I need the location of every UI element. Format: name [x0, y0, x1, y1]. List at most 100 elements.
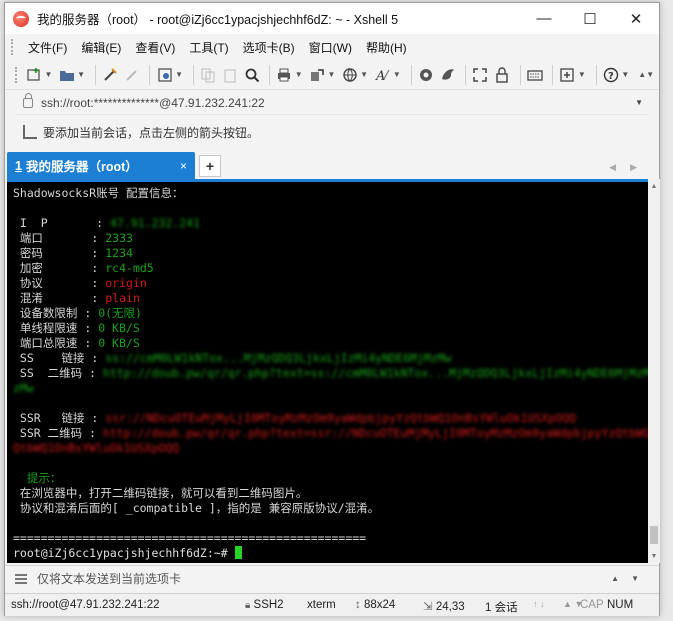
term-row-cipher: 加密 : rc4-md5 — [13, 261, 648, 276]
compose-input[interactable]: 仅将文本发送到当前选项卡 — [37, 570, 611, 587]
address-text[interactable]: ssh://root:**************@47.91.232.241:… — [41, 96, 635, 110]
new-session-dropdown-icon[interactable]: ▼ — [44, 70, 52, 79]
open-folder-icon[interactable] — [57, 64, 76, 86]
keyboard-icon[interactable] — [525, 64, 544, 86]
term-value: ss://cmM0LW1kNTox...MjMzQDQ3LjkxLjIzMi4y… — [105, 351, 452, 365]
toolbar-separator — [95, 64, 96, 85]
term-value: http://doub.pw/qr/qr.php?text=ss://cmM0L… — [102, 366, 648, 380]
maximize-button[interactable]: ☐ — [567, 3, 613, 34]
add-session-arrow-icon[interactable] — [23, 125, 37, 139]
term-value: plain — [105, 291, 140, 305]
fullscreen-icon[interactable] — [471, 64, 490, 86]
menu-tabs[interactable]: 选项卡(B) — [236, 36, 302, 59]
menu-edit[interactable]: 编辑(E) — [74, 36, 128, 59]
terminal-scrollbar[interactable]: ▲ ▼ — [648, 179, 660, 563]
toolbar-separator — [519, 64, 521, 85]
globe-dropdown-icon[interactable]: ▼ — [360, 70, 368, 79]
menu-file[interactable]: 文件(F) — [21, 36, 74, 59]
term-separator: ========================================… — [13, 531, 367, 545]
term-header: ShadowsocksR账号 配置信息： — [13, 186, 184, 200]
term-value: rc4-md5 — [105, 261, 154, 275]
help-dropdown-icon[interactable]: ▼ — [621, 70, 629, 79]
tab-number: 1 — [15, 158, 22, 173]
term-label: 密码 : — [13, 246, 106, 260]
new-session-icon[interactable] — [25, 64, 44, 86]
toolbar-separator — [465, 64, 467, 85]
scroll-up-icon[interactable]: ▲ — [648, 179, 660, 193]
find-icon[interactable] — [242, 64, 261, 86]
font-icon[interactable]: A — [373, 64, 392, 86]
resize-icon: ↕ — [355, 599, 361, 611]
add-tab-icon[interactable] — [558, 64, 577, 86]
lock-icon — [23, 92, 33, 108]
xftp-icon[interactable] — [417, 64, 436, 86]
term-tip-line: 在浏览器中，打开二维码链接，就可以看到二维码图片。 — [13, 486, 308, 500]
print-icon[interactable] — [275, 64, 294, 86]
term-row-port-limit: 端口总限速 : 0 KB/S — [13, 336, 648, 351]
session-hint-bar: 要添加当前会话，点击左侧的箭头按钮。 — [15, 119, 649, 145]
session-nav-arrows[interactable]: ↑ ↓ — [533, 599, 545, 609]
term-blank — [13, 396, 648, 411]
term-label: I P : — [13, 216, 110, 230]
paste-icon[interactable] — [221, 64, 240, 86]
status-protocol: 🔒︎ SSH2 — [245, 599, 284, 611]
compose-menu-icon[interactable] — [15, 573, 27, 584]
lock-icon[interactable] — [493, 64, 512, 86]
xmanager-icon[interactable] — [438, 64, 457, 86]
toolbar-grip[interactable] — [15, 66, 19, 83]
tab-bar: 1 我的服务器（root） × + ◀▶ — [5, 152, 659, 179]
address-dropdown-icon[interactable]: ▼ — [635, 98, 643, 107]
status-bar: ssh://root@47.91.232.241:22 🔒︎ SSH2 xter… — [5, 593, 659, 616]
term-label: SS 二维码 : — [13, 366, 103, 380]
close-button[interactable]: ✕ — [613, 3, 659, 34]
menu-bar: 文件(F) 编辑(E) 查看(V) 工具(T) 选项卡(B) 窗口(W) 帮助(… — [5, 34, 659, 60]
open-folder-dropdown-icon[interactable]: ▼ — [77, 70, 85, 79]
transfer-icon[interactable] — [308, 64, 327, 86]
address-bar[interactable]: ssh://root:**************@47.91.232.241:… — [15, 91, 649, 115]
scroll-thumb[interactable] — [650, 526, 658, 544]
toolbar-overflow-icon[interactable]: ▲▼ — [638, 70, 654, 79]
term-value: origin — [105, 276, 147, 290]
term-prompt[interactable]: root@iZj6cc1ypacjshjechhf6dZ:~# — [13, 546, 648, 561]
term-label: 协议 : — [13, 276, 106, 290]
term-value: 1234 — [105, 246, 133, 260]
reconnect-icon[interactable] — [101, 64, 120, 86]
disconnect-icon[interactable] — [123, 64, 142, 86]
menu-view[interactable]: 查看(V) — [128, 36, 182, 59]
properties-icon[interactable] — [155, 64, 174, 86]
menu-grip[interactable] — [11, 39, 15, 55]
new-tab-button[interactable]: + — [199, 155, 221, 177]
transfer-dropdown-icon[interactable]: ▼ — [327, 70, 335, 79]
properties-dropdown-icon[interactable]: ▼ — [175, 70, 183, 79]
term-row-password: 密码 : 1234 — [13, 246, 648, 261]
tab-scroll-arrows[interactable]: ◀▶ — [609, 162, 651, 173]
font-dropdown-icon[interactable]: ▼ — [393, 70, 401, 79]
tab-close-icon[interactable]: × — [180, 159, 187, 173]
compose-scroll-arrows[interactable]: ▲▼ — [611, 574, 651, 583]
toolbar-separator — [595, 64, 597, 85]
menu-help[interactable]: 帮助(H) — [359, 36, 414, 59]
copy-icon[interactable] — [199, 64, 218, 86]
toolbar: ▼ ▼ ▼ ▼ ▼ ▼ A ▼ ▼ ? ▼ ▲▼ — [5, 60, 659, 90]
term-row-device-limit: 设备数限制 : 0(无限) — [13, 306, 648, 321]
status-size: ↕ 88x24 — [355, 599, 396, 611]
minimize-button[interactable]: — — [521, 3, 567, 34]
term-row-protocol: 协议 : origin — [13, 276, 648, 291]
globe-icon[interactable] — [340, 64, 359, 86]
title-bar[interactable]: 我的服务器（root） - root@iZj6cc1ypacjshjechhf6… — [5, 3, 659, 34]
tab-my-server[interactable]: 1 我的服务器（root） × — [7, 152, 195, 179]
scroll-down-icon[interactable]: ▼ — [648, 549, 660, 563]
cursor-pos-icon: ⇲ — [423, 601, 433, 613]
term-ssr-qr-wrap: QtbWQ1OnBsYWluOk1USXpOQQ — [13, 441, 648, 456]
add-tab-dropdown-icon[interactable]: ▼ — [578, 70, 586, 79]
print-dropdown-icon[interactable]: ▼ — [295, 70, 303, 79]
status-sessions: 1 会话 — [485, 602, 518, 614]
toolbar-separator — [410, 64, 412, 85]
menu-window[interactable]: 窗口(W) — [302, 36, 359, 59]
status-cursor: ⇲ 24,33 — [423, 601, 465, 613]
menu-tools[interactable]: 工具(T) — [182, 36, 235, 59]
help-icon[interactable]: ? — [602, 64, 621, 86]
terminal-output[interactable]: ShadowsocksR账号 配置信息： I P : 47.91.232.241… — [7, 179, 648, 563]
term-label: 端口 : — [13, 231, 106, 245]
xshell-app-icon[interactable] — [13, 10, 29, 27]
